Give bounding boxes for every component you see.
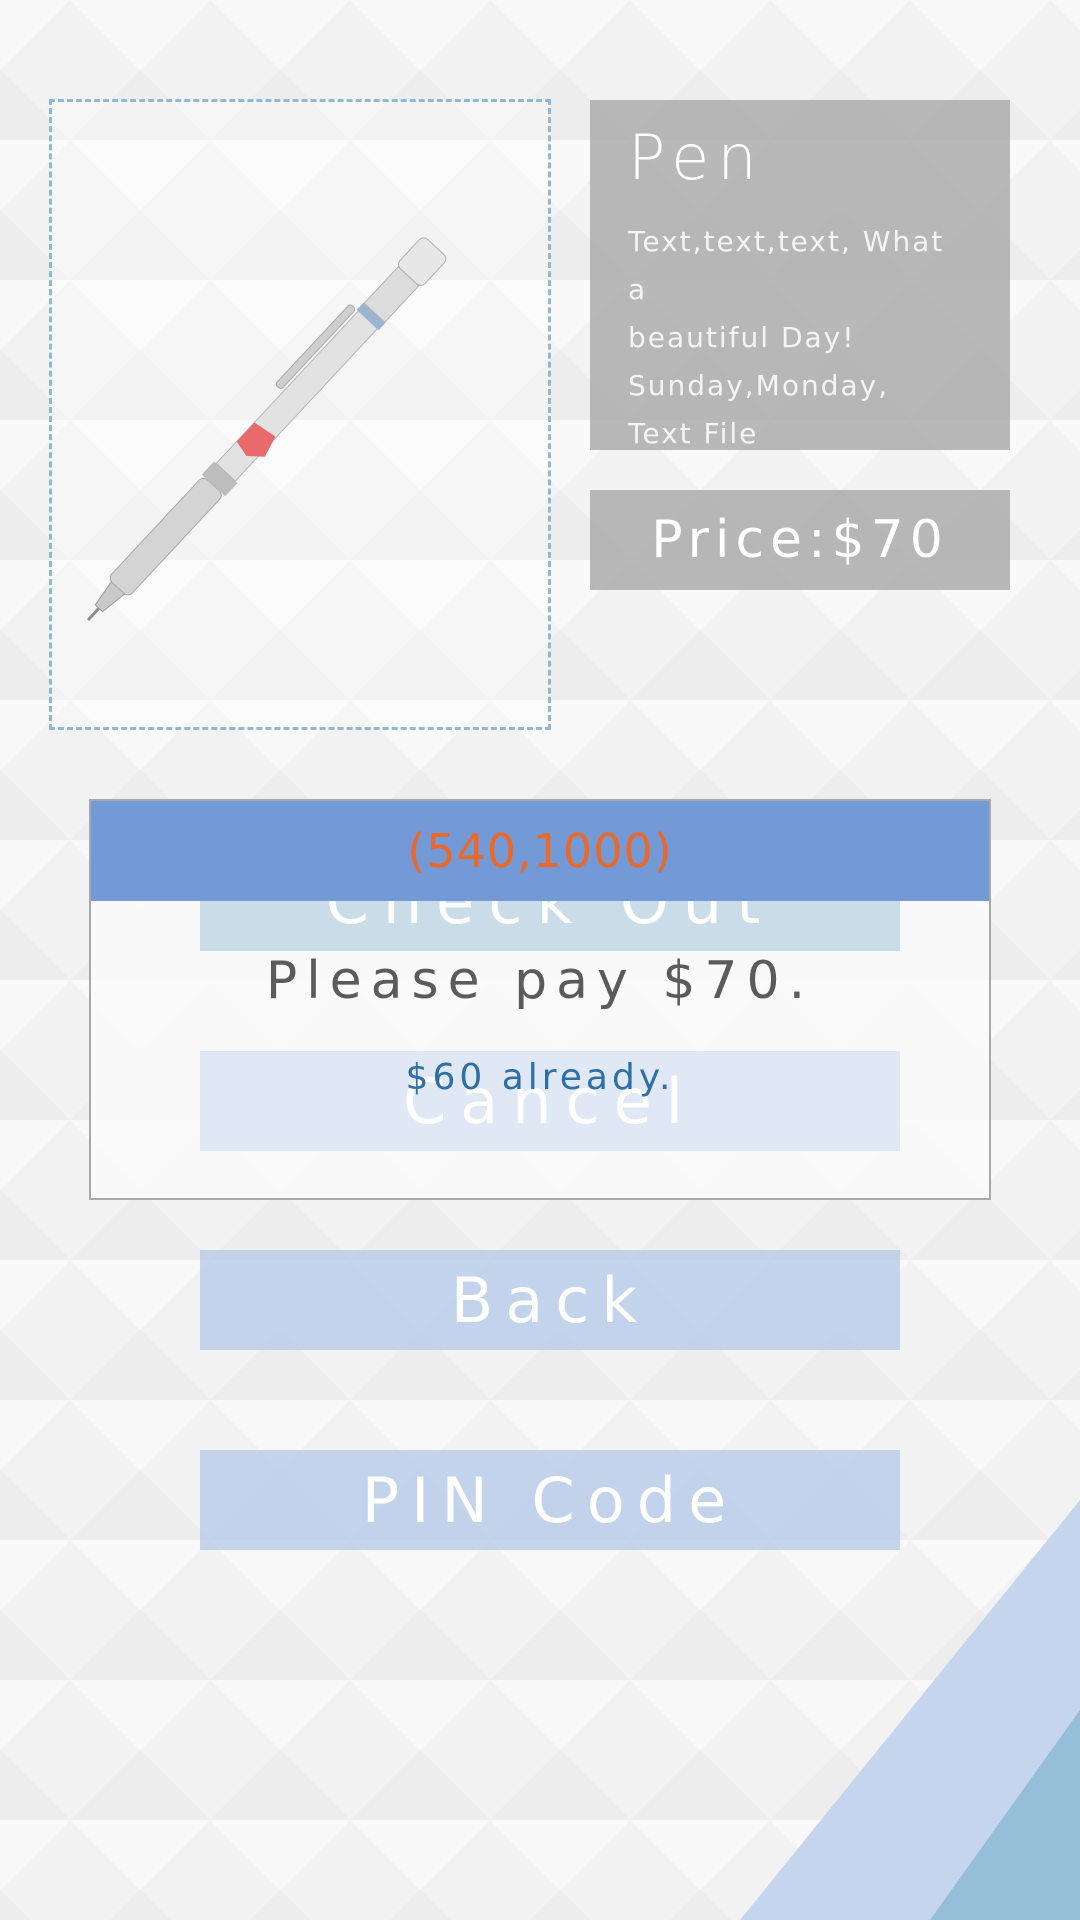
corner-decoration: [740, 1500, 1080, 1920]
paid-already-message: $60 already.: [405, 1057, 675, 1098]
product-image-frame: [49, 99, 551, 730]
mechanical-pencil-image: [86, 237, 447, 622]
product-title: Pen: [628, 121, 765, 194]
back-button[interactable]: Back: [200, 1250, 900, 1350]
payment-message: Please pay $70.: [265, 951, 815, 1011]
product-info-panel: Pen Text,text,text, What a beautiful Day…: [590, 100, 1010, 450]
price-label: Price:$70: [590, 490, 1010, 590]
dialog-header: (540,1000): [91, 801, 989, 901]
payment-dialog: (540,1000) Check Out Please pay $70. Can…: [89, 799, 991, 1200]
pin-code-button[interactable]: PIN Code: [200, 1450, 900, 1550]
product-description: Text,text,text, What a beautiful Day! Su…: [628, 225, 945, 451]
